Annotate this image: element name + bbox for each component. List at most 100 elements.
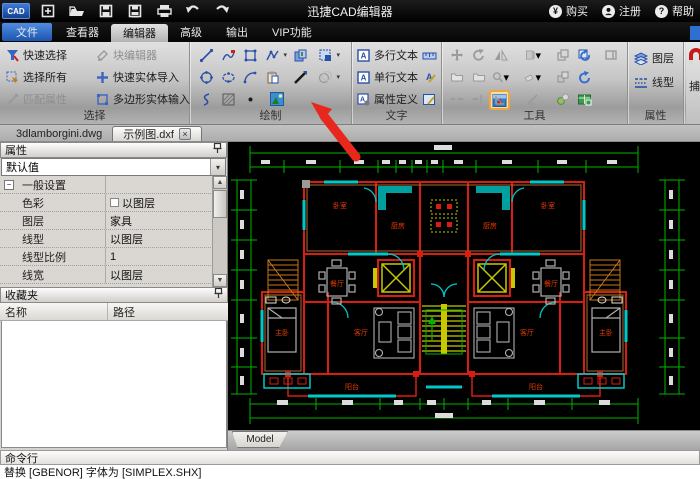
rectangle-tool-button[interactable] [241,46,259,64]
edit-text-button[interactable] [420,90,438,108]
spell-check-button[interactable]: A [420,68,438,86]
magnet-icon[interactable] [688,48,700,68]
reload-button[interactable] [576,69,593,85]
quick-entity-import-button[interactable]: 快速实体导入 [96,69,179,85]
dropdown-caret-icon[interactable]: ▾ [535,71,541,84]
select-all-button[interactable]: 选择所有 [6,69,67,85]
dim-angular-button[interactable] [492,91,509,107]
scroll-up-icon[interactable]: ▲ [213,176,227,189]
layers-button[interactable]: 图层 [634,50,674,66]
single-text-button[interactable]: A 单行文本 [357,69,418,85]
hatch-tool-button[interactable] [219,90,237,108]
group-entities-button[interactable] [554,91,571,107]
register-button[interactable]: 注册 [602,3,641,19]
copy-block-button[interactable] [291,46,309,64]
preset-dropdown[interactable]: 默认值 ▾ [1,158,226,176]
cad-drawing-canvas[interactable]: 卧室 卧室 厨房 厨房 餐厅 餐厅 客厅 客厅 主卧 主卧 阳台 阳台 [228,142,700,430]
document-tab-bar: 3dlamborgini.dwg 示例图.dxf × [0,125,700,142]
save-as-button[interactable] [124,2,146,20]
array-button[interactable] [554,69,571,85]
command-line-output[interactable]: 替换 [GBENOR] 字体为 [SIMPLEX.SHX] [0,465,700,479]
menu-viewer[interactable]: 查看器 [54,22,111,42]
property-row-color[interactable]: 色彩 以图层 [0,194,227,212]
new-file-button[interactable] [37,2,59,20]
quick-select-button[interactable]: 快速选择 [6,47,67,63]
copy-entities-button[interactable] [554,47,571,63]
scroll-thumb[interactable] [213,190,227,218]
polygon-entity-input-button[interactable]: 多边形实体输入 [96,91,190,107]
new-folder-button[interactable] [448,69,465,85]
property-row-lineweight[interactable]: 线宽 以图层 [0,266,227,284]
pin-icon[interactable] [213,143,222,157]
block-editor-button[interactable]: 块编辑器 [96,47,157,63]
zoom-tool-button[interactable]: ▾ [492,69,509,85]
menu-advanced[interactable]: 高级 [168,22,214,42]
open-folder2-button[interactable] [470,69,487,85]
update-entity-button[interactable] [576,47,593,63]
model-tab[interactable]: Model [232,431,288,448]
image-insert-button[interactable] [268,90,286,108]
dropdown-caret-icon[interactable]: ▾ [336,73,340,81]
favorites-col-path[interactable]: 路径 [108,303,135,320]
doc-tab-3dlamborgini[interactable]: 3dlamborgini.dwg [6,126,112,141]
block-insert-button[interactable]: ▾ [316,46,334,64]
properties-panel-header: 属性 [0,142,227,158]
favorites-list[interactable] [1,321,227,448]
help-button[interactable]: ? 帮助 [655,3,694,19]
line-tool-button[interactable] [197,46,215,64]
text-scale-button[interactable] [420,46,438,64]
erase-button[interactable]: ▾ [524,69,541,85]
properties-scrollbar[interactable]: ▲ ▼ [212,176,227,287]
dim-radius-button[interactable] [524,91,541,107]
dim-linear-button[interactable] [448,91,465,107]
rotate-button[interactable] [470,47,487,63]
save-button[interactable] [95,2,117,20]
redo-button[interactable] [211,2,233,20]
polyline-tool-button[interactable]: ▾ [263,46,281,64]
menu-output[interactable]: 输出 [214,22,260,42]
favorites-col-name[interactable]: 名称 [0,303,108,320]
menu-editor[interactable]: 编辑器 [111,24,168,42]
thick-line-button[interactable] [291,68,309,86]
dim-aligned-button[interactable] [470,91,487,107]
menu-vip[interactable]: VIP功能 [260,22,324,42]
table-insert-button[interactable] [576,91,593,107]
buy-button[interactable]: ¥ 购买 [549,3,588,19]
arc-tool-button[interactable] [241,68,259,86]
dropdown-caret-icon[interactable]: ▾ [503,71,509,84]
match-properties-button[interactable]: 匹配属性 [6,91,67,107]
move-button[interactable] [448,47,465,63]
ellipse-tool-button[interactable] [219,68,237,86]
dropdown-caret-icon[interactable]: ▾ [336,51,340,59]
panel-toggle-button[interactable] [602,47,619,63]
dropdown-caret-icon[interactable]: ▾ [283,51,287,59]
spline-tool-button[interactable] [197,90,215,108]
sketch-tool-button[interactable] [219,46,237,64]
doc-tab-shiliitu[interactable]: 示例图.dxf × [112,126,202,141]
point-tool-button[interactable] [241,90,259,108]
mtext-button[interactable]: A 多行文本 [357,47,418,63]
bottom-dimension-lines [250,398,638,424]
menu-file[interactable]: 文件 [2,23,52,41]
attribute-define-button[interactable]: A 属性定义 [357,91,418,107]
property-row-layer[interactable]: 图层 家具 [0,212,227,230]
mirror-button[interactable] [492,47,509,63]
pin-icon[interactable] [214,288,223,302]
svg-text:A: A [360,96,365,103]
undo-button[interactable] [182,2,204,20]
circle-tool-button[interactable] [197,68,215,86]
print-button[interactable] [153,2,175,20]
open-file-button[interactable] [66,2,88,20]
section-row-general[interactable]: −一般设置 [0,176,227,194]
fade-entity-button[interactable]: ▾ [316,68,334,86]
dropdown-caret-icon[interactable]: ▾ [535,49,541,62]
property-row-ltscale[interactable]: 线型比例 1 [0,248,227,266]
linetype-button[interactable]: 线型 [634,74,674,90]
close-icon[interactable]: × [179,128,191,140]
scroll-down-icon[interactable]: ▼ [213,274,227,287]
paste-tool-button[interactable] [263,68,281,86]
chevron-down-icon[interactable]: ▾ [210,159,225,175]
property-row-linetype[interactable]: 线型 以图层 [0,230,227,248]
offset-button[interactable]: ▾ [524,47,541,63]
collapse-icon[interactable]: − [4,180,14,190]
